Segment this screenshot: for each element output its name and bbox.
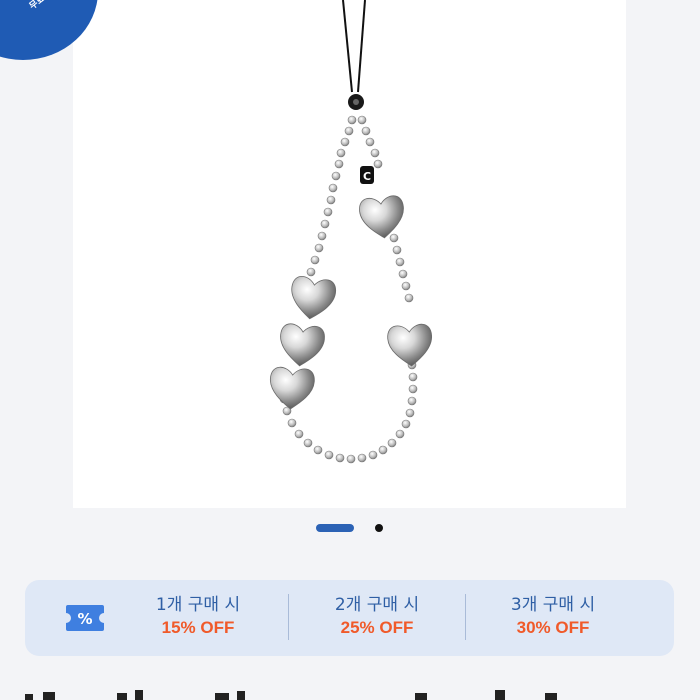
svg-text:C: C [363, 170, 371, 183]
carousel-pager [316, 523, 383, 533]
strap-cord [342, 0, 366, 110]
tier-discount: 30% OFF [516, 618, 590, 637]
product-image: C [267, 0, 435, 464]
tier-divider [465, 594, 466, 640]
tier-label: 3개 구매 시 [510, 595, 596, 615]
product-page: 무료 C % 1개 구매 시 15% OFF 2개 구매 시 25% OFF 3… [0, 0, 700, 700]
heart-charms [267, 194, 435, 411]
coupon-percent-icon: % [66, 605, 104, 631]
product-image-frame[interactable]: C [73, 0, 626, 508]
tier-discount: 25% OFF [340, 618, 414, 637]
pager-dot[interactable] [375, 524, 383, 532]
tier-divider [288, 594, 289, 640]
tier-label: 1개 구매 시 [155, 595, 241, 615]
pager-active-indicator[interactable] [316, 524, 354, 532]
discount-tier-2: 2개 구매 시 25% OFF [312, 594, 442, 640]
discount-tier-1: 1개 구매 시 15% OFF [133, 594, 263, 640]
discount-tier-3: 3개 구매 시 30% OFF [488, 594, 618, 640]
tier-label: 2개 구매 시 [334, 595, 420, 615]
letter-bead: C [360, 166, 374, 184]
truncated-next-section [25, 690, 557, 700]
tier-discount: 15% OFF [161, 618, 235, 637]
corner-badge-text: 무료 [28, 0, 48, 12]
bulk-discount-banner: % 1개 구매 시 15% OFF 2개 구매 시 25% OFF 3개 구매 … [25, 580, 674, 656]
svg-text:%: % [77, 610, 92, 628]
